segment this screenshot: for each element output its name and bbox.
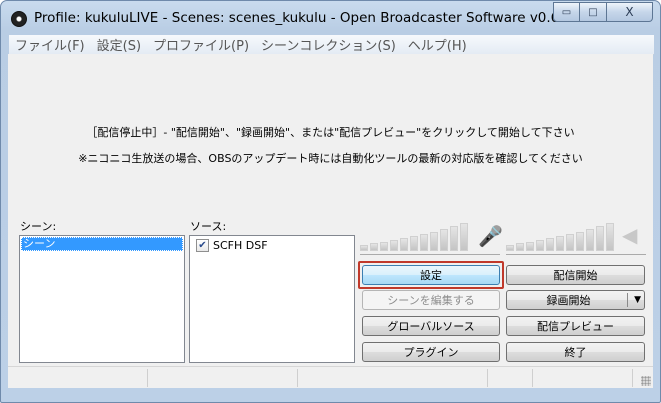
list-item[interactable]: シーン [21, 237, 183, 251]
status-cell [533, 369, 633, 387]
desktop-meter-ticks [506, 254, 646, 257]
menu-file[interactable]: ファイル(F) [15, 35, 85, 54]
settings-button[interactable]: 設定 [362, 265, 500, 285]
status-cell [8, 369, 148, 387]
meter-bar [420, 234, 428, 251]
meter-bar [360, 245, 368, 251]
preview-area: ［配信停止中］- "配信開始"、"録画開始"、または"配信プレビュー"をクリック… [8, 54, 653, 214]
plugins-button[interactable]: プラグイン [362, 342, 500, 362]
meter-bar [536, 240, 544, 251]
meter-bar [390, 240, 398, 251]
close-button[interactable]: X [607, 2, 653, 22]
source-checkbox[interactable]: ✔ [196, 239, 209, 252]
edit-scene-button[interactable]: シーンを編集する [362, 290, 500, 310]
menu-scene-collection[interactable]: シーンコレクション(S) [261, 35, 396, 54]
mic-volume-meter[interactable]: 🎤 [360, 221, 503, 251]
desktop-volume-meter[interactable]: ◀ [506, 221, 646, 251]
sources-label: ソース: [190, 220, 227, 233]
window-title: Profile: kukuluLIVE - Scenes: scenes_kuk… [34, 10, 586, 26]
meter-bar [410, 236, 418, 251]
start-streaming-button[interactable]: 配信開始 [506, 265, 645, 285]
notice-message: ※ニコニコ生放送の場合、OBSのアップデート時には自動化ツールの最新の対応版を確… [78, 152, 583, 165]
meter-bar [380, 242, 388, 251]
speaker-icon[interactable]: ◀ [622, 223, 637, 247]
meter-bar [450, 226, 458, 251]
client-area: ［配信停止中］- "配信開始"、"録画開始"、または"配信プレビュー"をクリック… [8, 54, 653, 366]
status-bar [8, 366, 653, 388]
status-message: ［配信停止中］- "配信開始"、"録画開始"、または"配信プレビュー"をクリック… [86, 126, 575, 139]
menu-settings[interactable]: 設定(S) [97, 35, 141, 54]
mic-meter-ticks [360, 254, 500, 257]
scenes-label: シーン: [20, 220, 57, 233]
meter-bar [440, 229, 448, 251]
sources-list[interactable]: ✔ SCFH DSF [189, 235, 355, 363]
global-sources-button[interactable]: グローバルソース [362, 316, 500, 336]
meter-bar [566, 234, 574, 251]
status-cell [298, 369, 488, 387]
minimize-icon: ▭ [561, 6, 572, 18]
meter-bar [546, 238, 554, 251]
meter-bar [556, 236, 564, 251]
meter-bar [576, 232, 584, 251]
stream-preview-button[interactable]: 配信プレビュー [506, 316, 645, 336]
meter-bar [460, 223, 468, 251]
resize-grip-icon[interactable] [641, 376, 651, 386]
meter-bar [596, 226, 604, 251]
scenes-list[interactable]: シーン [19, 235, 185, 363]
start-recording-label: 録画開始 [546, 294, 591, 307]
maximize-icon: □ [588, 6, 598, 18]
dropdown-arrow-icon[interactable]: ▼ [634, 295, 641, 305]
caption-buttons: ▭ □ X [553, 2, 653, 22]
minimize-button[interactable]: ▭ [553, 2, 580, 22]
meter-bar [586, 229, 594, 251]
meter-bar [400, 238, 408, 251]
obs-logo-icon [11, 11, 27, 27]
split-separator [627, 293, 628, 307]
menu-profile[interactable]: プロファイル(P) [153, 35, 249, 54]
meter-bar [516, 243, 524, 251]
menu-bar: ファイル(F) 設定(S) プロファイル(P) シーンコレクション(S) ヘルプ… [9, 35, 654, 55]
list-item[interactable]: ✔ SCFH DSF [196, 239, 268, 252]
status-cell [488, 369, 533, 387]
menu-help[interactable]: ヘルプ(H) [408, 35, 467, 54]
meter-bar [606, 223, 614, 251]
start-recording-button[interactable]: 録画開始 ▼ [506, 290, 645, 310]
maximize-button[interactable]: □ [580, 2, 607, 22]
status-cell [148, 369, 298, 387]
meter-bar [526, 242, 534, 251]
meter-bar [430, 232, 438, 251]
title-bar[interactable]: Profile: kukuluLIVE - Scenes: scenes_kuk… [1, 1, 660, 35]
microphone-icon[interactable]: 🎤 [478, 224, 503, 248]
meter-bar [370, 243, 378, 251]
source-name: SCFH DSF [213, 239, 268, 252]
exit-button[interactable]: 終了 [506, 342, 645, 362]
meter-bar [506, 245, 514, 251]
close-icon: X [625, 5, 634, 19]
